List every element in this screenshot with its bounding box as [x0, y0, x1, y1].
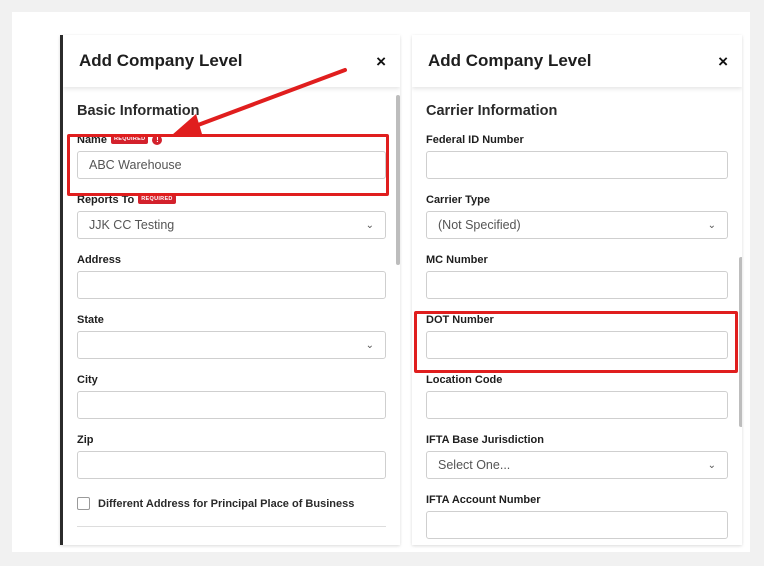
mc-number-field-group: MC Number [426, 253, 728, 299]
state-label: State [77, 313, 104, 326]
state-field-group: State ⌄ [77, 313, 386, 359]
carrier-type-select[interactable]: (Not Specified) ⌄ [426, 211, 728, 239]
reports-to-label: Reports To [77, 193, 135, 206]
alert-icon: ! [152, 134, 163, 145]
panel-header: Add Company Level × [63, 35, 400, 87]
location-code-field-group: Location Code [426, 373, 728, 419]
carrier-type-label: Carrier Type [426, 193, 490, 206]
dot-number-label: DOT Number [426, 313, 494, 326]
federal-id-field-group: Federal ID Number [426, 133, 728, 179]
panel-body: Carrier Information Federal ID Number Ca… [412, 103, 742, 539]
ifta-base-label: IFTA Base Jurisdiction [426, 433, 544, 446]
chevron-down-icon: ⌄ [707, 459, 716, 471]
ifta-account-label: IFTA Account Number [426, 493, 541, 506]
address-field-group: Address [77, 253, 386, 299]
carrier-type-field-group: Carrier Type (Not Specified) ⌄ [426, 193, 728, 239]
panel-header: Add Company Level × [412, 35, 742, 87]
city-field-group: City [77, 373, 386, 419]
reports-to-select[interactable]: JJK CC Testing ⌄ [77, 211, 386, 239]
add-company-level-panel-left: Add Company Level × Basic Information Na… [60, 35, 400, 545]
name-input[interactable]: ABC Warehouse [77, 151, 386, 179]
zip-input[interactable] [77, 451, 386, 479]
mc-number-label: MC Number [426, 253, 488, 266]
close-icon[interactable]: × [718, 53, 728, 70]
name-label-row: Name REQUIRED ! [77, 133, 386, 146]
location-code-label: Location Code [426, 373, 503, 386]
ifta-base-value: Select One... [438, 458, 511, 472]
section-title-basic-information: Basic Information [77, 103, 200, 119]
principal-address-label: Different Address for Principal Place of… [98, 497, 355, 510]
panel-body: Basic Information Name REQUIRED ! ABC Wa… [63, 103, 400, 527]
name-label: Name [77, 133, 107, 146]
state-select[interactable]: ⌄ [77, 331, 386, 359]
federal-id-input[interactable] [426, 151, 728, 179]
close-icon[interactable]: × [376, 53, 386, 70]
ifta-account-field-group: IFTA Account Number [426, 493, 728, 539]
ifta-base-select[interactable]: Select One... ⌄ [426, 451, 728, 479]
location-code-input[interactable] [426, 391, 728, 419]
reports-to-field-group: Reports To REQUIRED JJK CC Testing ⌄ [77, 193, 386, 239]
add-company-level-panel-right: Add Company Level × Carrier Information … [412, 35, 742, 545]
reports-to-label-row: Reports To REQUIRED [77, 193, 386, 206]
dot-number-input[interactable] [426, 331, 728, 359]
required-badge: REQUIRED [138, 194, 176, 205]
panel-title: Add Company Level [79, 51, 243, 70]
reports-to-value: JJK CC Testing [89, 218, 175, 232]
chevron-down-icon: ⌄ [365, 219, 374, 231]
divider [77, 526, 386, 527]
city-label: City [77, 373, 98, 386]
address-label: Address [77, 253, 122, 266]
panel-title: Add Company Level [428, 51, 592, 70]
dot-number-field-group: DOT Number [426, 313, 728, 359]
city-input[interactable] [77, 391, 386, 419]
section-title-carrier-information: Carrier Information [426, 103, 558, 119]
principal-address-checkbox[interactable] [77, 497, 90, 510]
scrollbar-thumb[interactable] [739, 257, 742, 427]
name-field-group: Name REQUIRED ! ABC Warehouse [77, 133, 386, 179]
federal-id-label: Federal ID Number [426, 133, 524, 146]
chevron-down-icon: ⌄ [707, 219, 716, 231]
principal-address-row: Different Address for Principal Place of… [77, 497, 386, 510]
scrollbar-thumb[interactable] [396, 95, 400, 265]
required-badge: REQUIRED [110, 134, 149, 145]
address-input[interactable] [77, 271, 386, 299]
chevron-down-icon: ⌄ [365, 339, 374, 351]
ifta-base-field-group: IFTA Base Jurisdiction Select One... ⌄ [426, 433, 728, 479]
ifta-account-input[interactable] [426, 511, 728, 539]
zip-field-group: Zip [77, 433, 386, 479]
zip-label: Zip [77, 433, 94, 446]
mc-number-input[interactable] [426, 271, 728, 299]
carrier-type-value: (Not Specified) [438, 218, 521, 232]
